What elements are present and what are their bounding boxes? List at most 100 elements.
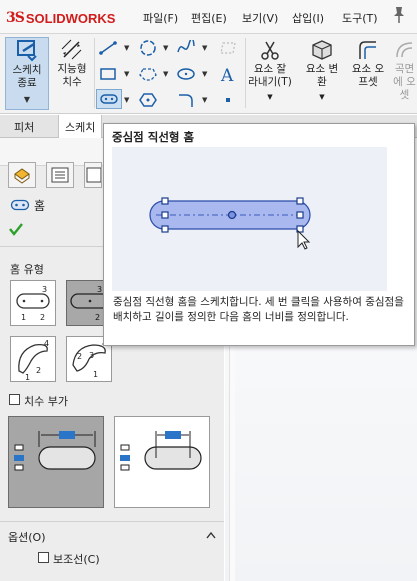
rectangle-tool-button[interactable]	[97, 64, 119, 84]
solidworks-logo[interactable]: 3S SOLIDWORKS	[6, 9, 115, 27]
text-tool-button[interactable]: A	[217, 64, 239, 84]
offset-entities-icon	[359, 41, 376, 59]
exit-sketch-label: 스케치 종료	[12, 64, 42, 89]
chevron-down-icon[interactable]: ▼	[124, 96, 129, 104]
trim-entities-button[interactable]: 요소 잘 라내기(T) ▼	[248, 39, 292, 110]
center-to-center-dimension-option[interactable]	[114, 416, 210, 508]
convert-entities-button[interactable]: 요소 변 환 ▼	[300, 39, 344, 110]
slot-icon	[100, 94, 118, 104]
smart-dimension-icon	[61, 39, 82, 60]
centerpoint-straight-slot-option[interactable]: 32	[66, 280, 106, 326]
centerpoint-slot-preview	[149, 197, 311, 250]
add-dimensions-checkbox[interactable]	[9, 394, 20, 405]
hexagon-icon	[139, 93, 157, 107]
center-to-center-icon	[120, 431, 202, 471]
construction-label: 보조선(C)	[53, 553, 100, 566]
divider	[0, 521, 224, 522]
hexagon-tool-button[interactable]	[137, 90, 159, 110]
chevron-down-icon[interactable]: ▼	[202, 96, 207, 104]
rectangle-icon	[100, 68, 116, 80]
construction-checkbox[interactable]	[38, 552, 49, 563]
text-icon: A	[220, 66, 234, 83]
slot-type-label: 홈 유형	[10, 263, 44, 276]
chevron-down-icon[interactable]: ▼	[124, 44, 129, 52]
point-tool-button[interactable]	[217, 90, 239, 110]
svg-text:3: 3	[89, 351, 94, 360]
chevron-down-icon[interactable]: ▼	[124, 70, 129, 78]
chevron-down-icon[interactable]: ▼	[202, 70, 207, 78]
ribbon-separator	[94, 38, 95, 108]
menu-view[interactable]: 보기(V)	[242, 10, 278, 26]
scissors-icon	[261, 41, 279, 60]
tooltip-title: 중심점 직선형 홈	[112, 130, 195, 144]
svg-text:A: A	[220, 66, 234, 83]
plane-tool-button[interactable]	[217, 38, 239, 58]
tool-tooltip: 중심점 직선형 홈 중심점 직선형 홈을 스케치합니다. 세 번 클릭을 사용하…	[103, 123, 415, 346]
exit-sketch-icon	[17, 40, 37, 62]
pushpin-icon[interactable]	[392, 6, 406, 28]
fillet-tool-button[interactable]	[175, 90, 197, 110]
straight-slot-icon: 3 1 2	[16, 285, 50, 322]
checkmark-icon[interactable]	[8, 222, 24, 236]
offset-entities-button[interactable]: 요소 오 프셋	[348, 39, 388, 110]
options-section-label: 옵션(O)	[8, 531, 46, 544]
svg-text:3: 3	[42, 285, 47, 294]
svg-text:1: 1	[93, 370, 98, 379]
smart-dimension-label: 지능형 치수	[57, 63, 87, 88]
ellipse-tool-button[interactable]	[175, 64, 197, 84]
spline-tool-button[interactable]	[175, 38, 197, 58]
chevron-down-icon[interactable]: ▼	[163, 44, 168, 52]
property-manager-tab[interactable]	[46, 162, 74, 188]
overall-length-icon	[14, 431, 96, 471]
svg-text:1: 1	[25, 373, 30, 381]
offset-on-surface-button[interactable]: 곡면 에 오 셋	[392, 39, 417, 110]
offset-on-surface-icon	[395, 42, 412, 58]
feature-manager-tab[interactable]	[8, 162, 36, 188]
property-list-icon	[51, 167, 69, 183]
polygon-icon	[139, 68, 157, 81]
logo-text: SOLIDWORKS	[25, 10, 116, 26]
svg-text:3: 3	[97, 285, 102, 294]
point-icon	[226, 98, 230, 102]
fillet-icon	[179, 94, 193, 107]
menu-file[interactable]: 파일(F)	[143, 10, 178, 26]
circle-tool-button[interactable]	[137, 38, 159, 58]
svg-text:2: 2	[95, 313, 100, 322]
straight-slot-option[interactable]: 3 1 2	[10, 280, 56, 326]
configuration-manager-tab[interactable]	[84, 162, 102, 188]
spline-icon	[177, 40, 195, 53]
chevron-down-icon[interactable]: ▼	[248, 91, 292, 104]
svg-text:2: 2	[36, 366, 41, 375]
line-tool-button[interactable]	[97, 38, 119, 58]
centerpoint-straight-slot-button[interactable]	[96, 89, 122, 109]
chevron-down-icon[interactable]: ▼	[6, 93, 48, 106]
smart-dimension-button[interactable]: 지능형 치수	[52, 37, 92, 110]
tab-sketch[interactable]: 스케치	[58, 115, 103, 138]
ds-logo-icon: 3S	[6, 10, 25, 26]
chevron-down-icon[interactable]: ▼	[202, 44, 207, 52]
tab-features[interactable]: 피처	[14, 119, 34, 135]
arc-slot-icon: 4 12	[18, 339, 49, 382]
convert-entities-label: 요소 변 환	[305, 63, 339, 88]
convert-entities-icon	[312, 40, 332, 60]
offset-entities-label: 요소 오 프셋	[351, 63, 385, 88]
three-point-arc-slot-option[interactable]: 4 12	[10, 336, 56, 382]
svg-text:2: 2	[77, 352, 82, 361]
polygon-tool-button[interactable]	[137, 64, 159, 84]
menu-bar: 3S SOLIDWORKS 파일(F) 편집(E) 보기(V) 삽입(I) 도구…	[0, 0, 417, 34]
trim-entities-label: 요소 잘 라내기(T)	[248, 63, 292, 88]
svg-text:2: 2	[40, 313, 45, 322]
offset-on-surface-label: 곡면 에 오 셋	[393, 63, 416, 101]
menu-edit[interactable]: 편집(E)	[191, 10, 227, 26]
menu-tools[interactable]: 도구(T)	[342, 10, 378, 26]
chevron-down-icon[interactable]: ▼	[300, 91, 344, 104]
exit-sketch-button[interactable]: 스케치 종료 ▼	[5, 37, 49, 110]
chevron-up-icon[interactable]	[206, 531, 216, 539]
chevron-down-icon[interactable]: ▼	[163, 70, 168, 78]
circle-icon	[140, 40, 156, 56]
centerpoint-slot-icon: 32	[70, 285, 105, 322]
ellipse-icon	[177, 68, 195, 80]
overall-length-dimension-option[interactable]	[8, 416, 104, 508]
page-title: 홈	[34, 199, 46, 213]
menu-insert[interactable]: 삽입(I)	[292, 10, 324, 26]
